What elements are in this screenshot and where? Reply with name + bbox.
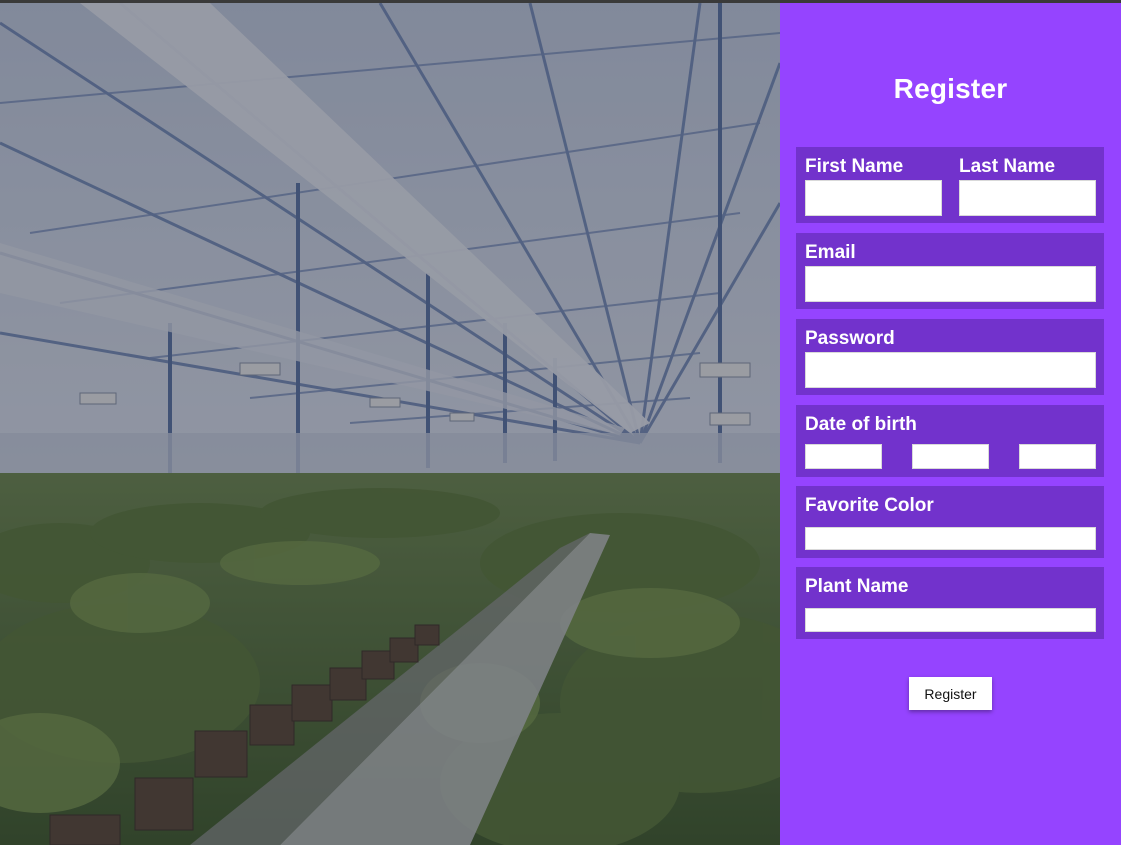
dob-month-input[interactable] (805, 444, 882, 469)
form-title: Register (893, 73, 1008, 104)
password-input[interactable] (805, 352, 1096, 388)
greenhouse-background-image (0, 3, 780, 845)
email-input[interactable] (805, 266, 1096, 302)
plant-name-field-group: Plant Name (796, 567, 1104, 639)
name-field-group: First Name Last Name (796, 147, 1104, 223)
register-panel: Register First Name Last Name Email Pass… (780, 3, 1121, 845)
date-of-birth-label: Date of birth (805, 414, 917, 435)
register-button[interactable]: Register (909, 677, 992, 710)
favorite-color-input[interactable] (805, 527, 1096, 550)
favorite-color-label: Favorite Color (805, 495, 934, 516)
last-name-label: Last Name (959, 156, 1056, 177)
plant-name-label: Plant Name (805, 576, 909, 597)
dob-day-input[interactable] (912, 444, 989, 469)
first-name-input[interactable] (805, 180, 942, 216)
dob-year-input[interactable] (1019, 444, 1096, 469)
email-field-group: Email (796, 233, 1104, 309)
email-label: Email (805, 242, 856, 263)
password-label: Password (805, 328, 895, 349)
date-of-birth-field-group: Date of birth (796, 405, 1104, 477)
favorite-color-field-group: Favorite Color (796, 486, 1104, 558)
photo-dark-overlay (0, 3, 780, 845)
last-name-input[interactable] (959, 180, 1096, 216)
first-name-label: First Name (805, 156, 904, 177)
password-field-group: Password (796, 319, 1104, 395)
plant-name-input[interactable] (805, 608, 1096, 632)
